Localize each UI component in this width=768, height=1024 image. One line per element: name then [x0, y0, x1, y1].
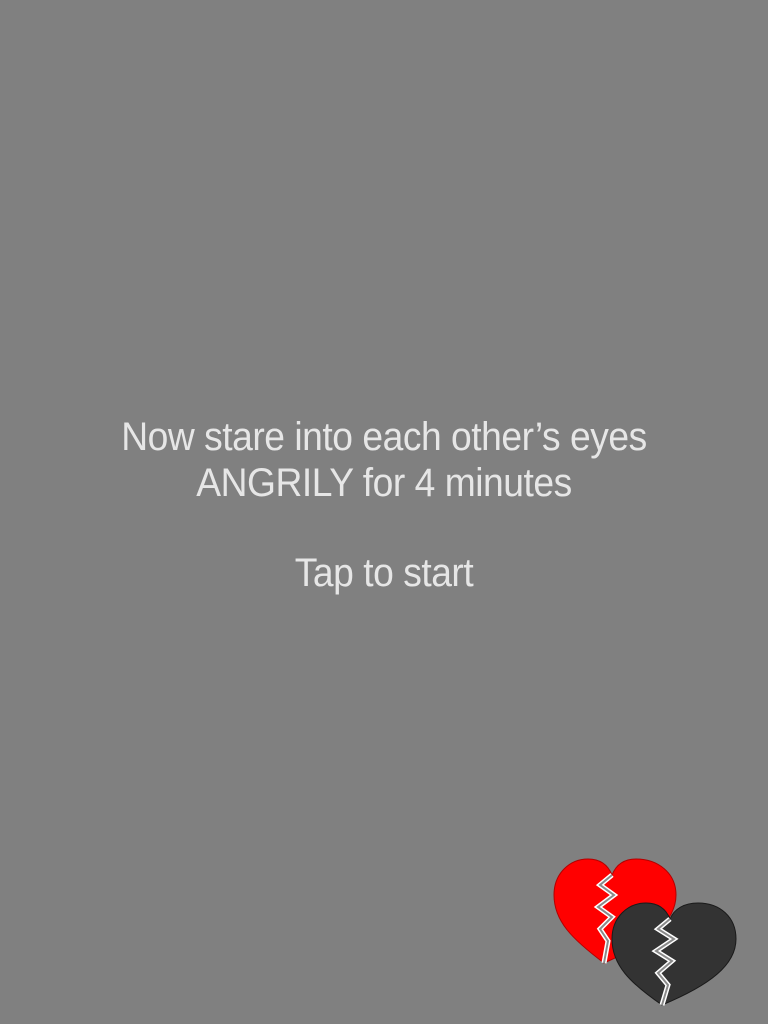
dark-broken-heart-icon — [611, 902, 737, 1006]
tap-to-start-screen[interactable]: Now stare into each other’s eyes ANGRILY… — [0, 0, 768, 1024]
instruction-line-1: Now stare into each other’s eyes — [121, 415, 647, 459]
instruction-line-2: ANGRILY for 4 minutes — [196, 461, 572, 505]
broken-hearts-icon — [553, 858, 737, 1006]
tap-to-start-prompt[interactable]: Tap to start — [27, 550, 741, 596]
broken-hearts-logo — [550, 855, 740, 1010]
instruction-text: Now stare into each other’s eyes ANGRILY… — [27, 414, 741, 596]
